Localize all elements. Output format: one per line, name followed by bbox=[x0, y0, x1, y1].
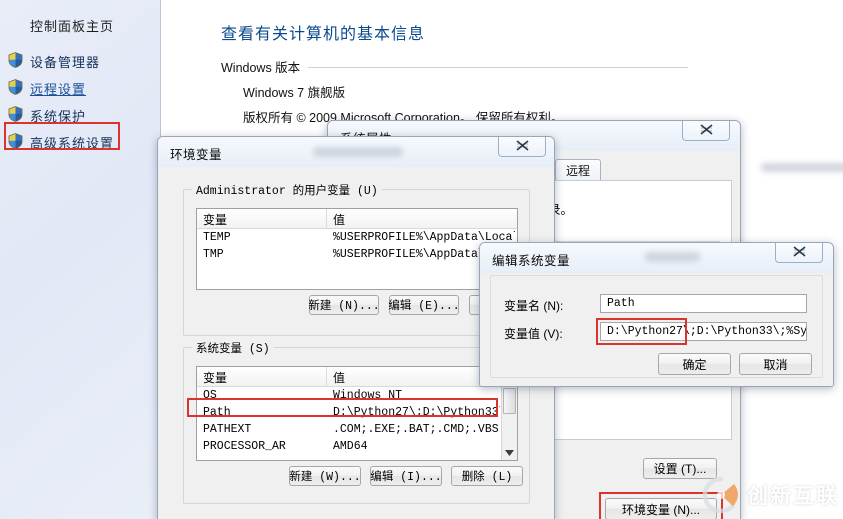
system-var-value: D:\Python27\;D:\Python33\;C:\Wi... bbox=[333, 406, 500, 419]
blurred-text-2 bbox=[761, 163, 843, 172]
system-var-name: PROCESSOR_AR bbox=[203, 440, 286, 453]
close-icon[interactable] bbox=[498, 137, 546, 157]
system-new-button[interactable]: 新建 (W)... bbox=[289, 466, 361, 486]
sidebar-item-advanced-system-settings[interactable]: 高级系统设置 bbox=[30, 133, 114, 152]
user-new-button[interactable]: 新建 (N)... bbox=[308, 295, 380, 315]
section-windows-edition: Windows 版本 bbox=[221, 57, 689, 76]
sidebar-item-system-protection[interactable]: 系统保护 bbox=[30, 106, 86, 125]
environment-variables-button[interactable]: 环境变量 (N)... bbox=[605, 498, 717, 519]
user-var-name: TEMP bbox=[203, 231, 231, 244]
table-row[interactable]: OS Windows_NT bbox=[197, 387, 517, 404]
column-header-value: 值 bbox=[333, 371, 346, 385]
system-var-value: Windows_NT bbox=[333, 389, 403, 402]
edit-ok-button[interactable]: 确定 bbox=[658, 353, 731, 375]
system-edit-button[interactable]: 编辑 (I)... bbox=[370, 466, 442, 486]
column-header-value: 值 bbox=[333, 213, 346, 227]
edit-cancel-button[interactable]: 取消 bbox=[739, 353, 812, 375]
env-dialog-titlebar: 环境变量 bbox=[158, 137, 554, 167]
shield-icon bbox=[8, 79, 23, 95]
sidebar-home-label: 控制面板主页 bbox=[30, 19, 115, 34]
scrollbar-thumb[interactable] bbox=[503, 388, 516, 414]
edit-dialog-body: 变量名 (N): Path 变量值 (V): D:\Python27\;D:\P… bbox=[480, 273, 833, 386]
table-row[interactable]: PROCESSOR_AR AMD64 bbox=[197, 438, 517, 455]
table-row[interactable]: TEMP %USERPROFILE%\AppData\Local\Temp bbox=[197, 229, 517, 246]
sidebar-item-remote-settings[interactable]: 远程设置 bbox=[30, 79, 86, 98]
shield-icon bbox=[8, 133, 23, 149]
system-var-name: PATHEXT bbox=[203, 423, 252, 436]
system-var-value: .COM;.EXE;.BAT;.CMD;.VBS;.VBE;.... bbox=[333, 423, 500, 436]
edit-system-variable-dialog: 编辑系统变量 变量名 (N): Path 变量值 (V): D:\Python2… bbox=[479, 242, 834, 387]
user-variables-label: Administrator 的用户变量 (U) bbox=[192, 182, 382, 198]
control-panel-sidebar: 控制面板主页 设备管理器 远程设置 系统保护 高级系统设置 bbox=[0, 0, 161, 519]
shield-icon bbox=[8, 52, 23, 68]
table-row[interactable]: TMP %USERPROFILE%\AppData\Local\Temp bbox=[197, 246, 517, 263]
system-variables-list[interactable]: 变量 值 OS Windows_NT Path D:\Python27\;D:\… bbox=[196, 366, 518, 461]
edit-dialog-titlebar: 编辑系统变量 bbox=[480, 243, 833, 273]
env-dialog-title: 环境变量 bbox=[170, 148, 223, 162]
page-title: 查看有关计算机的基本信息 bbox=[221, 26, 426, 43]
variable-value-input[interactable]: D:\Python27\;D:\Python33\;%SystemRo bbox=[600, 322, 807, 341]
edit-dialog-title: 编辑系统变量 bbox=[492, 254, 571, 268]
system-delete-button[interactable]: 删除 (L) bbox=[451, 466, 523, 486]
table-row[interactable]: PATHEXT .COM;.EXE;.BAT;.CMD;.VBS;.VBE;..… bbox=[197, 421, 517, 438]
column-header-name: 变量 bbox=[197, 367, 327, 386]
shield-icon bbox=[8, 106, 23, 122]
system-var-name: OS bbox=[203, 389, 217, 402]
system-variables-group: 系统变量 (S) 变量 值 OS Windows_NT Path D:\Pyth… bbox=[183, 340, 530, 504]
table-row[interactable]: Path D:\Python27\;D:\Python33\;C:\Wi... bbox=[197, 404, 517, 421]
variable-name-input[interactable]: Path bbox=[600, 294, 807, 313]
user-variables-group: Administrator 的用户变量 (U) 变量 值 TEMP %USERP… bbox=[183, 182, 539, 336]
blurred-title-overlay bbox=[645, 252, 700, 262]
column-header-name: 变量 bbox=[197, 209, 327, 228]
system-var-name: Path bbox=[203, 406, 231, 419]
system-list-header: 变量 值 bbox=[197, 367, 517, 387]
user-variables-list[interactable]: 变量 值 TEMP %USERPROFILE%\AppData\Local\Te… bbox=[196, 208, 518, 290]
system-list-scrollbar[interactable] bbox=[501, 386, 517, 460]
variable-value-label: 变量值 (V): bbox=[504, 327, 563, 341]
user-list-header: 变量 值 bbox=[197, 209, 517, 229]
user-var-name: TMP bbox=[203, 248, 224, 261]
system-var-value: AMD64 bbox=[333, 440, 368, 453]
close-icon[interactable] bbox=[775, 243, 823, 263]
windows-edition-value: Windows 7 旗舰版 bbox=[243, 86, 346, 100]
blurred-title-overlay bbox=[313, 147, 403, 157]
sidebar-item-device-manager[interactable]: 设备管理器 bbox=[30, 52, 100, 71]
chevron-down-icon[interactable] bbox=[502, 445, 517, 460]
user-edit-button[interactable]: 编辑 (E)... bbox=[388, 295, 460, 315]
close-icon[interactable] bbox=[682, 121, 730, 141]
variable-name-label: 变量名 (N): bbox=[504, 299, 564, 313]
system-variables-label: 系统变量 (S) bbox=[192, 340, 274, 356]
tab-remote[interactable]: 远程 bbox=[555, 159, 602, 181]
settings-button[interactable]: 设置 (T)... bbox=[643, 458, 717, 479]
